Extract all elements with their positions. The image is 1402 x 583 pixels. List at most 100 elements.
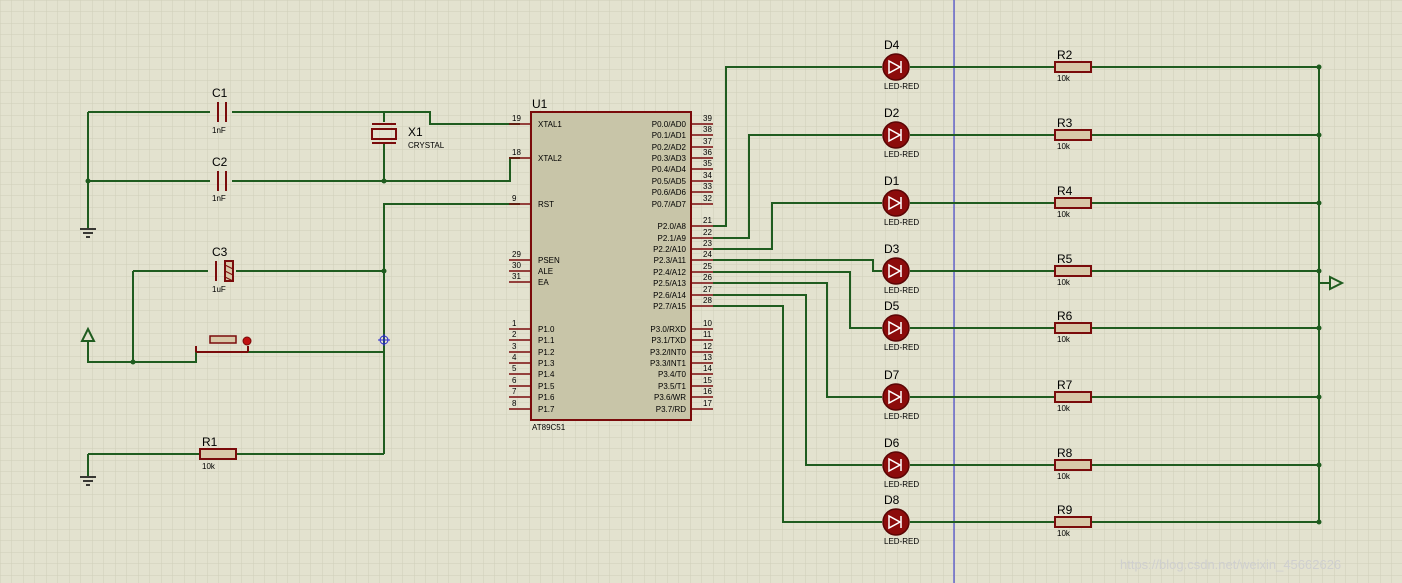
- pin-number: 35: [703, 159, 712, 168]
- pin-name: P3.0/RXD: [650, 325, 686, 334]
- pin-name: P3.6/WR: [654, 393, 686, 402]
- pin-name: P3.2/INT0: [650, 348, 687, 357]
- pin-name: XTAL1: [538, 120, 562, 129]
- schematic-canvas[interactable]: C1 1nF C2 1nF C3 1uF X1 CRYSTAL R1 10k U…: [0, 0, 1402, 583]
- pin-name: P3.4/T0: [658, 370, 687, 379]
- pin-number: 39: [703, 114, 712, 123]
- grid: [0, 0, 1402, 583]
- pin-name: P0.7/AD7: [652, 200, 687, 209]
- c2-value: 1nF: [212, 194, 226, 203]
- pin-number: 26: [703, 273, 712, 282]
- pin-number: 27: [703, 285, 712, 294]
- led-ref: D1: [884, 174, 900, 188]
- pin-number: 9: [512, 194, 517, 203]
- resistor-value: 10k: [1057, 404, 1071, 413]
- resistor-value: 10k: [1057, 142, 1071, 151]
- pin-number: 8: [512, 399, 517, 408]
- pin-name: P2.1/A9: [658, 234, 687, 243]
- c1-ref: C1: [212, 86, 228, 100]
- pin-number: 6: [512, 376, 517, 385]
- pin-number: 11: [703, 330, 712, 339]
- watermark: https://blog.csdn.net/weixin_45662626: [1120, 557, 1341, 572]
- resistor-value: 10k: [1057, 74, 1071, 83]
- pin-number: 5: [512, 364, 517, 373]
- led-ref: D5: [884, 299, 900, 313]
- resistor-ref: R9: [1057, 503, 1073, 517]
- pin-name: P2.2/A10: [653, 245, 686, 254]
- pin-number: 19: [512, 114, 521, 123]
- led-value: LED-RED: [884, 286, 919, 295]
- pin-name: P1.5: [538, 382, 555, 391]
- pin-name: P1.4: [538, 370, 555, 379]
- c3-ref: C3: [212, 245, 228, 259]
- x1-ref: X1: [408, 125, 423, 139]
- pin-name: P1.2: [538, 348, 555, 357]
- pin-number: 10: [703, 319, 712, 328]
- led-ref: D6: [884, 436, 900, 450]
- x1-value: CRYSTAL: [408, 141, 445, 150]
- resistor-value: 10k: [1057, 529, 1071, 538]
- led-value: LED-RED: [884, 537, 919, 546]
- resistor-value: 10k: [1057, 335, 1071, 344]
- pin-name: ALE: [538, 267, 553, 276]
- resistor-ref: R8: [1057, 446, 1073, 460]
- led-value: LED-RED: [884, 218, 919, 227]
- pin-name: P0.2/AD2: [652, 143, 687, 152]
- led-value: LED-RED: [884, 82, 919, 91]
- led-value: LED-RED: [884, 412, 919, 421]
- pin-number: 29: [512, 250, 521, 259]
- pin-name: P2.5/A13: [653, 279, 686, 288]
- pin-number: 14: [703, 364, 712, 373]
- pin-number: 23: [703, 239, 712, 248]
- resistor-value: 10k: [1057, 210, 1071, 219]
- chip-type: AT89C51: [532, 423, 566, 432]
- pin-name: P2.6/A14: [653, 291, 686, 300]
- resistor-ref: R3: [1057, 116, 1073, 130]
- pin-name: P3.3/INT1: [650, 359, 687, 368]
- pin-number: 37: [703, 137, 712, 146]
- pin-number: 1: [512, 319, 517, 328]
- resistor-ref: R6: [1057, 309, 1073, 323]
- pin-name: P0.6/AD6: [652, 188, 687, 197]
- pin-number: 17: [703, 399, 712, 408]
- pin-number: 7: [512, 387, 517, 396]
- led-value: LED-RED: [884, 480, 919, 489]
- pin-number: 21: [703, 216, 712, 225]
- pin-number: 36: [703, 148, 712, 157]
- pin-number: 18: [512, 148, 521, 157]
- pin-number: 22: [703, 228, 712, 237]
- resistor-value: 10k: [1057, 278, 1071, 287]
- pin-number: 30: [512, 261, 521, 270]
- pin-number: 31: [512, 272, 521, 281]
- led-ref: D7: [884, 368, 900, 382]
- chip-ref: U1: [532, 97, 548, 111]
- pin-name: P0.1/AD1: [652, 131, 687, 140]
- pin-name: P3.7/RD: [656, 405, 686, 414]
- c3-value: 1uF: [212, 285, 226, 294]
- pin-name: P2.7/A15: [653, 302, 686, 311]
- pin-name: P1.0: [538, 325, 555, 334]
- pin-name: P0.5/AD5: [652, 177, 687, 186]
- pin-name: RST: [538, 200, 554, 209]
- pin-name: P2.3/A11: [654, 256, 687, 265]
- pin-name: PSEN: [538, 256, 560, 265]
- chip-u1[interactable]: U1 AT89C51 19XTAL118XTAL29RST29PSEN30ALE…: [509, 97, 713, 432]
- resistor-ref: R7: [1057, 378, 1073, 392]
- pin-number: 25: [703, 262, 712, 271]
- pin-name: P1.3: [538, 359, 555, 368]
- resistor-value: 10k: [1057, 472, 1071, 481]
- led-ref: D3: [884, 242, 900, 256]
- pin-number: 12: [703, 342, 712, 351]
- led-value: LED-RED: [884, 150, 919, 159]
- c2-ref: C2: [212, 155, 228, 169]
- pin-number: 3: [512, 342, 517, 351]
- resistor-ref: R2: [1057, 48, 1073, 62]
- led-ref: D4: [884, 38, 900, 52]
- pin-number: 38: [703, 125, 712, 134]
- pin-name: P2.0/A8: [658, 222, 687, 231]
- pin-number: 4: [512, 353, 517, 362]
- pin-name: P3.5/T1: [658, 382, 687, 391]
- led-value: LED-RED: [884, 343, 919, 352]
- pin-number: 33: [703, 182, 712, 191]
- led-ref: D2: [884, 106, 900, 120]
